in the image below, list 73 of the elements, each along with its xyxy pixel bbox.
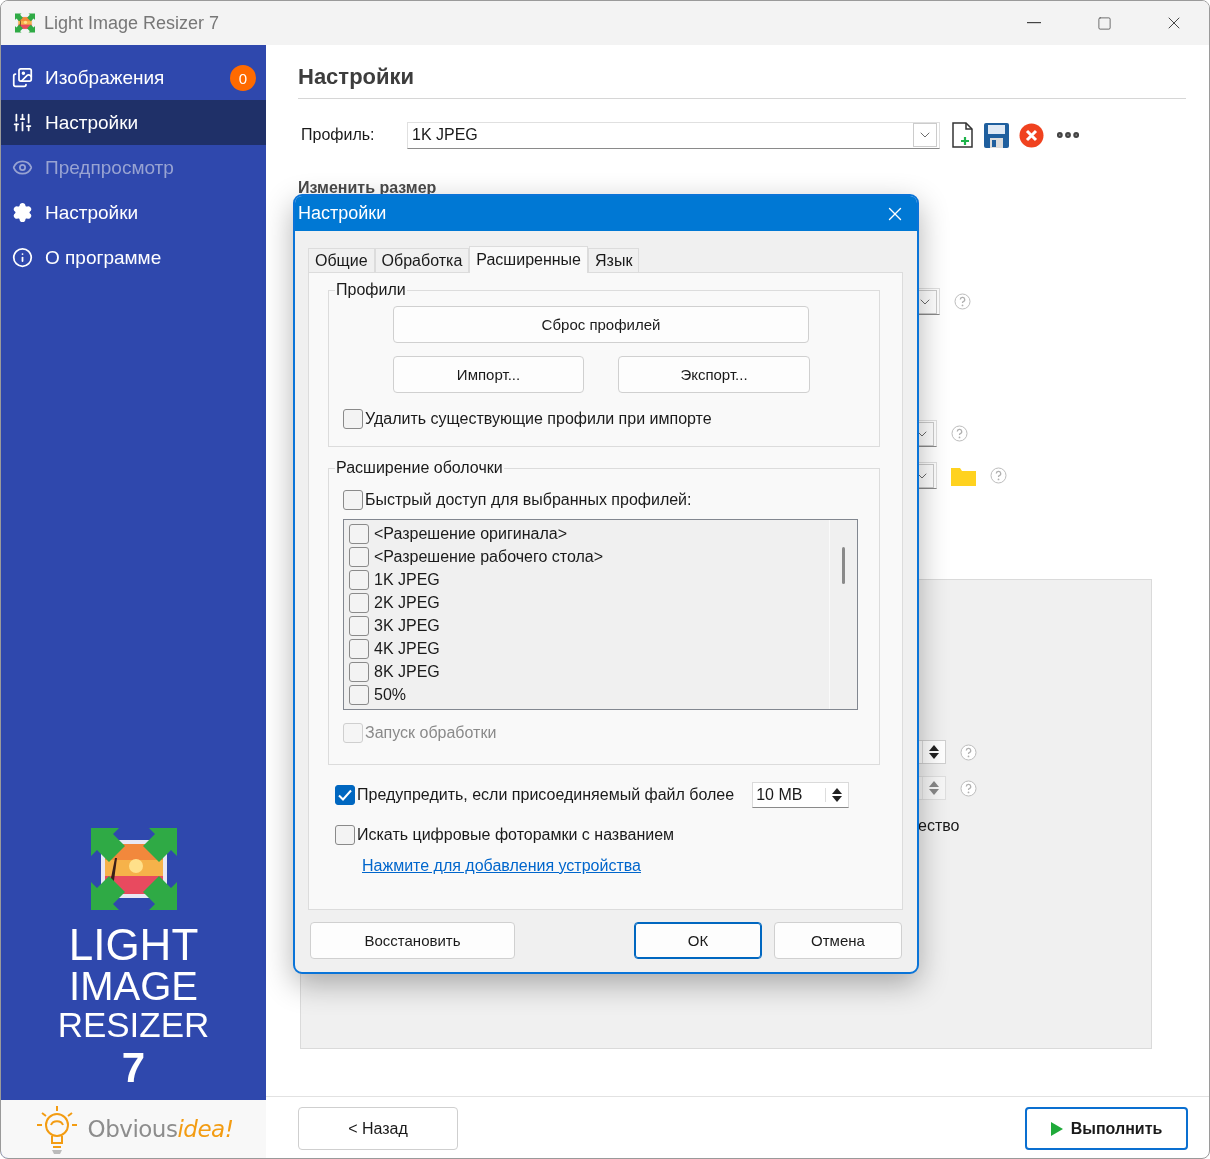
play-icon	[1050, 1121, 1063, 1136]
tab[interactable]: Расширенные	[469, 246, 588, 273]
checkbox-label: Предупредить, если присоединяемый файл более	[357, 786, 735, 804]
list-item[interactable]: 2K JPEG	[374, 593, 440, 612]
checkbox[interactable]	[349, 569, 369, 590]
export-button[interactable]: Экспорт...	[618, 356, 810, 393]
settings-icon	[12, 202, 33, 223]
scrollbar[interactable]	[842, 547, 845, 584]
help-icon[interactable]	[954, 293, 971, 310]
list-item[interactable]: 3K JPEG	[374, 616, 440, 635]
list-item[interactable]: 4K JPEG	[374, 639, 440, 658]
checkbox[interactable]	[335, 785, 355, 805]
dialog-button[interactable]: ОК	[634, 922, 762, 959]
checkbox[interactable]	[349, 638, 369, 659]
help-icon[interactable]	[960, 779, 977, 797]
checkbox[interactable]	[349, 615, 369, 636]
checkbox-label: Быстрый доступ для выбранных профилей:	[365, 491, 692, 509]
delete-icon[interactable]	[1019, 122, 1044, 148]
dialog-button[interactable]: Восстановить	[310, 922, 515, 959]
profile-label: Профиль:	[300, 126, 376, 144]
brand-logo-text: Obviousidea!	[87, 1116, 234, 1142]
count-badge: 0	[230, 65, 256, 91]
maximize-icon	[1096, 15, 1112, 31]
checkbox[interactable]	[349, 661, 369, 682]
checkbox-label: Искать цифровые фоторамки с названием	[357, 826, 675, 844]
list-item[interactable]: 1K JPEG	[374, 570, 440, 589]
page-title: Настройки	[298, 62, 1186, 99]
checkbox[interactable]	[349, 523, 369, 544]
run-button[interactable]: Выполнить	[1025, 1107, 1188, 1150]
back-button[interactable]: < Назад	[298, 1107, 458, 1150]
sidebar-item[interactable]: Настройки	[1, 100, 266, 145]
help-icon[interactable]	[990, 467, 1007, 484]
tab[interactable]: Общие	[308, 248, 375, 272]
checkbox[interactable]	[349, 592, 369, 613]
checkbox[interactable]	[343, 409, 363, 429]
info-icon	[12, 247, 33, 268]
new-file-icon[interactable]	[952, 122, 974, 148]
checkbox[interactable]	[335, 825, 355, 845]
tab[interactable]: Язык	[588, 248, 640, 272]
help-icon[interactable]	[960, 743, 977, 761]
option-label: ество	[918, 817, 960, 835]
dialog-title: Настройки	[298, 203, 388, 224]
help-icon[interactable]	[951, 425, 968, 442]
checkbox[interactable]	[349, 684, 369, 705]
group-title: Профили	[335, 281, 407, 299]
list-item[interactable]: 50%	[374, 685, 407, 704]
tab[interactable]: Обработка	[374, 248, 470, 272]
save-icon[interactable]	[984, 122, 1009, 148]
group-title: Расширение оболочки	[335, 459, 504, 477]
minimize-icon	[1027, 22, 1041, 24]
dialog-button[interactable]: Отмена	[774, 922, 902, 959]
size-field[interactable]: 10 MB	[752, 782, 850, 808]
list-item[interactable]: 8K JPEG	[374, 662, 440, 681]
section-title: Изменить размер	[298, 178, 438, 198]
app-logo-icon	[90, 826, 177, 912]
app-logo-icon	[15, 13, 35, 33]
import-button[interactable]: Импорт...	[393, 356, 584, 393]
sidebar-item[interactable]: О программе	[1, 235, 266, 280]
add-device-link[interactable]: Нажмите для добавления устройства	[362, 857, 641, 875]
sidebar-item[interactable]: Изображения 0	[1, 55, 266, 100]
reset-profiles-button[interactable]: Сброс профилей	[393, 306, 809, 343]
sidebar-item[interactable]: Настройки	[1, 190, 266, 235]
images-icon	[12, 67, 33, 88]
checkbox[interactable]	[349, 546, 369, 567]
list-item[interactable]: <Разрешение рабочего стола>	[374, 547, 604, 566]
checkbox-label: Запуск обработки	[365, 724, 497, 742]
profile-dropdown[interactable]: 1K JPEG	[407, 121, 940, 149]
checkbox-label: Удалить существующие профили при импорте	[365, 410, 712, 428]
sliders-icon	[12, 112, 33, 133]
product-name: LIGHT IMAGE RESIZER 7	[56, 924, 211, 1092]
checkbox[interactable]	[343, 490, 363, 510]
list-item[interactable]: <Разрешение оригинала>	[374, 524, 567, 543]
window-title: Light Image Resizer 7	[44, 12, 221, 34]
